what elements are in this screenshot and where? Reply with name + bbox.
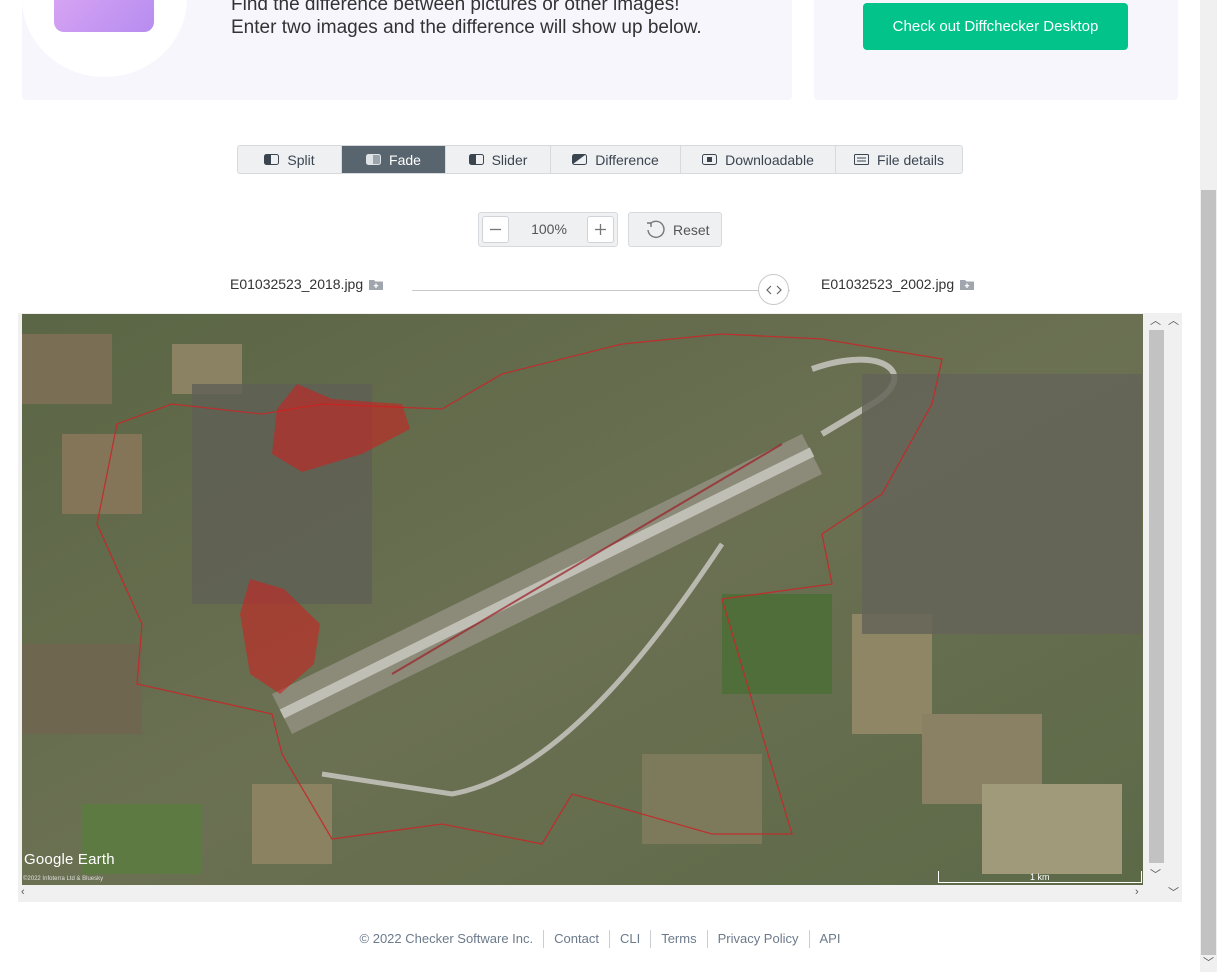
viewer-vertical-scroll-thumb[interactable] (1149, 330, 1164, 863)
aerial-map-graphic (22, 314, 1143, 885)
map-credit: ©2022 Infoterra Ltd & Bluesky (23, 876, 104, 882)
tab-label: Fade (389, 151, 421, 168)
viewer-horizontal-scrollbar[interactable] (18, 885, 1147, 902)
download-icon (702, 154, 718, 165)
reset-icon (647, 220, 665, 238)
left-file-label: E01032523_2018.jpg (230, 276, 384, 292)
right-file-label: E01032523_2002.jpg (821, 276, 975, 292)
map-scale-label: 1 km (1030, 872, 1050, 882)
tab-label: File details (877, 151, 944, 168)
scroll-down-icon[interactable]: ﹀ (1168, 888, 1179, 899)
footer-copyright: © 2022 Checker Software Inc. (359, 931, 534, 946)
scroll-up-icon[interactable]: ︿ (1168, 316, 1179, 327)
footer-link-api[interactable]: API (808, 930, 851, 948)
file-details-icon (854, 154, 870, 165)
folder-icon[interactable] (960, 279, 975, 290)
zoom-level: 100% (531, 221, 567, 237)
footer-link-cli[interactable]: CLI (608, 930, 650, 948)
right-file-name: E01032523_2002.jpg (821, 276, 955, 292)
tab-split[interactable]: Split (238, 146, 342, 173)
zoom-in-button[interactable] (587, 216, 614, 243)
difference-icon (572, 154, 588, 165)
scroll-left-icon[interactable]: ‹ (21, 887, 25, 898)
tab-difference[interactable]: Difference (551, 146, 681, 173)
footer: © 2022 Checker Software Inc. Contact CLI… (0, 930, 1200, 948)
tab-label: Downloadable (725, 151, 814, 168)
diffchecker-desktop-button[interactable]: Check out Diffchecker Desktop (863, 3, 1128, 50)
tab-downloadable[interactable]: Downloadable (681, 146, 836, 173)
view-mode-tabs: Split Fade Slider Difference Downloadabl… (237, 145, 963, 174)
split-icon (264, 154, 280, 165)
reset-button[interactable]: Reset (628, 212, 722, 247)
scroll-down-icon[interactable]: ﹀ (1150, 870, 1161, 881)
tab-label: Slider (491, 151, 528, 168)
minus-icon (490, 228, 501, 231)
fade-slider-handle[interactable] (758, 274, 789, 305)
aerial-image[interactable] (22, 314, 1143, 885)
page-scroll-thumb[interactable] (1201, 190, 1216, 955)
image-icon (54, 0, 154, 32)
tab-slider[interactable]: Slider (446, 146, 551, 173)
tab-label: Difference (595, 151, 659, 168)
slider-icon (468, 154, 484, 165)
footer-link-contact[interactable]: Contact (543, 930, 609, 948)
tab-file-details[interactable]: File details (836, 146, 962, 173)
reset-label: Reset (673, 221, 710, 238)
map-logo: Google Earth (24, 851, 115, 868)
folder-icon[interactable] (369, 279, 384, 290)
hero-description-line1: Find the difference between pictures or … (231, 0, 680, 15)
footer-link-privacy[interactable]: Privacy Policy (706, 930, 809, 948)
tab-label: Split (287, 151, 315, 168)
scroll-right-icon[interactable]: › (1135, 887, 1139, 898)
fade-slider-track[interactable] (412, 290, 790, 291)
zoom-out-button[interactable] (482, 216, 509, 243)
tab-fade[interactable]: Fade (342, 146, 446, 173)
footer-link-terms[interactable]: Terms (650, 930, 706, 948)
hero-description-line2: Enter two images and the difference will… (231, 17, 702, 38)
fade-icon (366, 154, 382, 165)
zoom-control: 100% (478, 212, 618, 247)
page-scroll-down-icon[interactable]: ﹀ (1203, 958, 1214, 969)
drag-arrows-icon (765, 285, 782, 294)
plus-icon (595, 224, 606, 235)
scroll-up-icon[interactable]: ︿ (1150, 316, 1161, 327)
left-file-name: E01032523_2018.jpg (230, 276, 364, 292)
